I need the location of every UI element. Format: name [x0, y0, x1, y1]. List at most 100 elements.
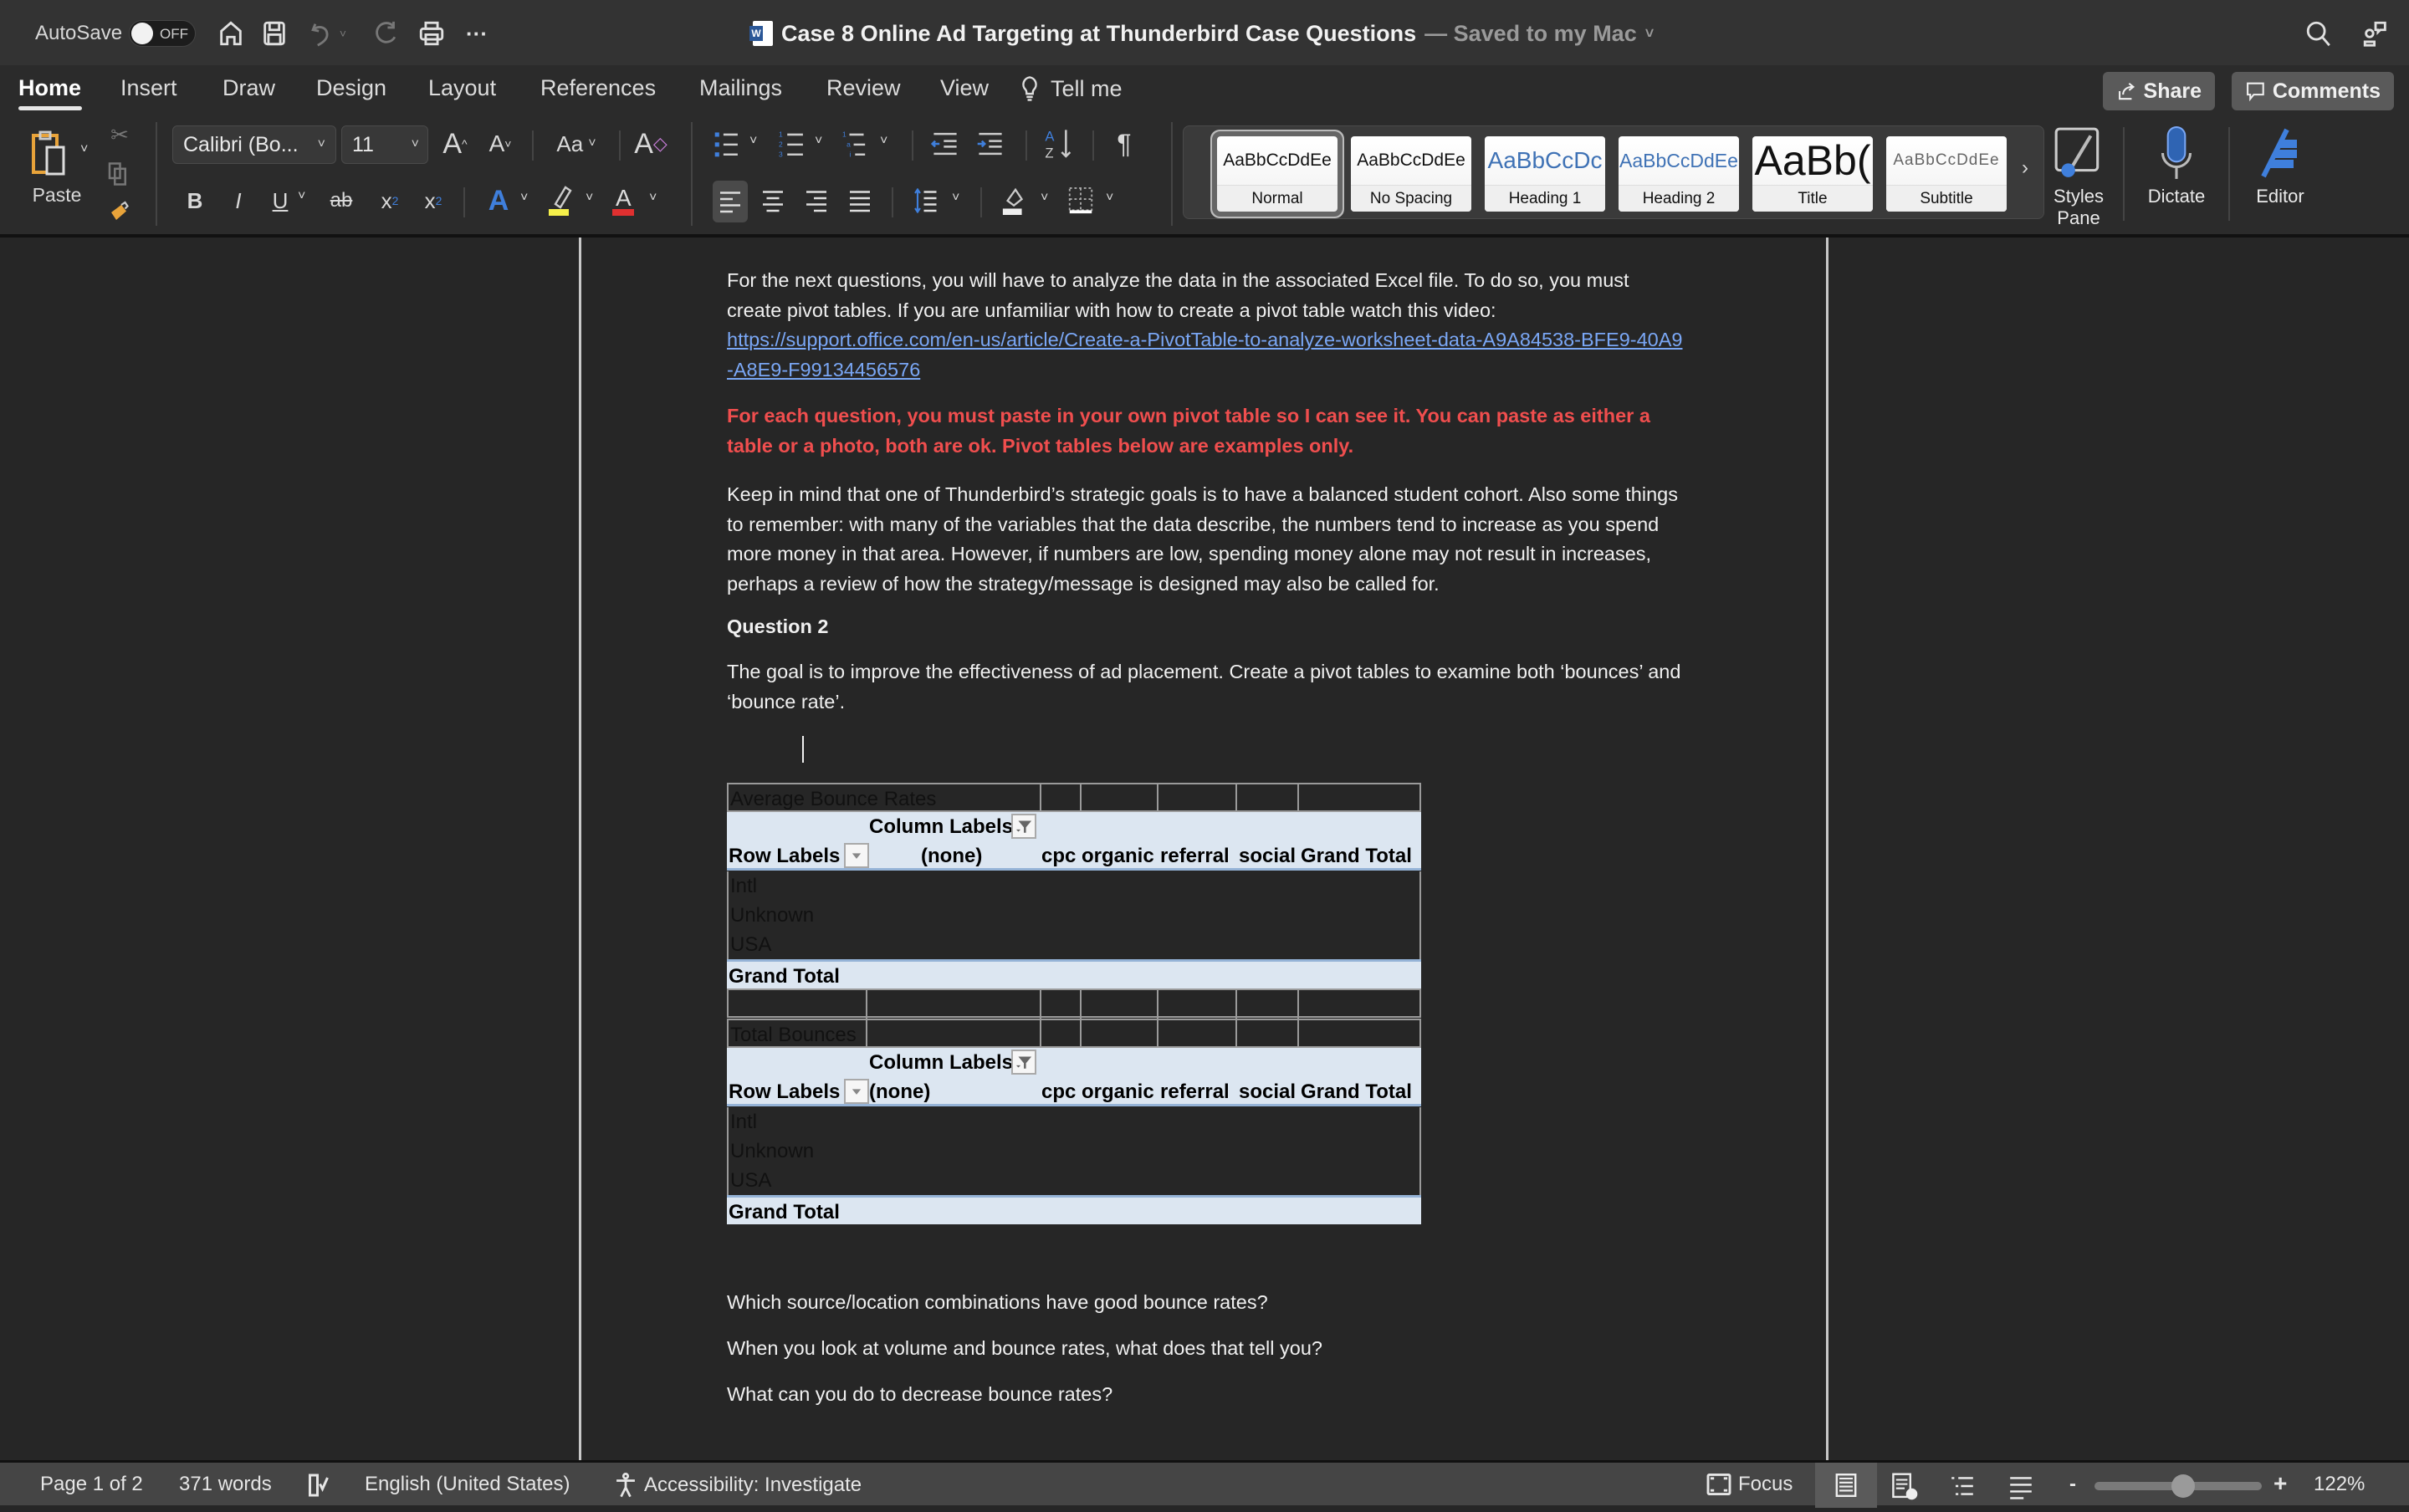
multilevel-list-icon[interactable]: 1ai: [840, 127, 873, 161]
format-painter-icon[interactable]: [104, 197, 134, 227]
page-count[interactable]: Page 1 of 2: [40, 1473, 143, 1496]
text-effects-icon[interactable]: A: [482, 182, 515, 219]
highlight-dropdown-icon[interactable]: ˅: [586, 191, 593, 206]
outline-view-button[interactable]: [1949, 1473, 1976, 1499]
editor-button[interactable]: Editor: [2247, 125, 2314, 207]
grow-font-icon[interactable]: A ^: [438, 127, 472, 161]
row-filter-icon[interactable]: [844, 1079, 869, 1104]
style-normal[interactable]: AaBbCcDdEe Normal: [1212, 131, 1343, 217]
search-icon[interactable]: [2302, 17, 2335, 50]
bold-button[interactable]: B: [182, 184, 207, 217]
align-right-button[interactable]: [800, 184, 833, 217]
print-layout-view-button[interactable]: [1815, 1463, 1877, 1508]
cut-icon[interactable]: ✂: [105, 120, 134, 149]
tab-view[interactable]: View: [940, 75, 989, 101]
style-heading-2[interactable]: AaBbCcDdEe Heading 2: [1619, 136, 1739, 212]
proofing-icon[interactable]: [306, 1473, 331, 1498]
italic-button[interactable]: I: [226, 184, 251, 217]
tab-layout[interactable]: Layout: [428, 75, 496, 101]
tab-review[interactable]: Review: [826, 75, 901, 101]
share-people-icon[interactable]: [2359, 17, 2392, 50]
document-page[interactable]: For the next questions, you will have to…: [579, 238, 1828, 1460]
align-left-button[interactable]: [713, 181, 748, 222]
zoom-in-button[interactable]: +: [2273, 1470, 2287, 1497]
undo-dropdown-icon[interactable]: ˅: [335, 17, 351, 50]
text-effects-dropdown-icon[interactable]: ˅: [520, 191, 528, 206]
highlight-color-icon[interactable]: [545, 182, 579, 219]
styles-pane-button[interactable]: Styles Pane: [2049, 125, 2108, 229]
font-size-dropdown[interactable]: 11 ˅: [341, 125, 428, 164]
autosave-toggle[interactable]: OFF: [129, 20, 196, 47]
show-formatting-marks-icon[interactable]: ¶: [1107, 125, 1141, 162]
shading-dropdown-icon[interactable]: ˅: [1041, 191, 1048, 206]
increase-indent-icon[interactable]: [974, 127, 1007, 161]
decrease-indent-icon[interactable]: [928, 127, 962, 161]
print-icon[interactable]: [415, 17, 448, 50]
strikethrough-button[interactable]: ab: [326, 184, 356, 217]
clear-formatting-icon[interactable]: A ◇: [632, 125, 669, 162]
tell-me-search[interactable]: Tell me: [1019, 75, 1123, 102]
subscript-button[interactable]: x2: [375, 184, 405, 217]
borders-icon[interactable]: [1064, 182, 1097, 219]
save-icon[interactable]: [258, 17, 291, 50]
style-subtitle[interactable]: AaBbCcDdEe Subtitle: [1886, 136, 2007, 212]
comments-button[interactable]: Comments: [2232, 72, 2394, 110]
draft-view-button[interactable]: [2008, 1473, 2034, 1499]
document-area[interactable]: For the next questions, you will have to…: [0, 238, 2409, 1460]
numbering-dropdown-icon[interactable]: ˅: [815, 134, 822, 149]
word-count[interactable]: 371 words: [179, 1473, 272, 1496]
shading-icon[interactable]: [999, 182, 1032, 219]
bullets-dropdown-icon[interactable]: ˅: [749, 134, 757, 149]
bullets-icon[interactable]: [711, 127, 744, 161]
home-icon[interactable]: [214, 17, 248, 50]
font-name-dropdown[interactable]: Calibri (Bo... ˅: [172, 125, 336, 164]
focus-button[interactable]: Focus: [1706, 1473, 1793, 1496]
gallery-more-chevron-icon[interactable]: ›: [2022, 156, 2028, 180]
underline-dropdown-icon[interactable]: ˅: [298, 189, 305, 204]
tab-design[interactable]: Design: [316, 75, 386, 101]
shrink-font-icon[interactable]: A ˅: [483, 127, 517, 161]
tab-insert[interactable]: Insert: [120, 75, 177, 101]
sort-icon[interactable]: AZ: [1042, 125, 1076, 162]
justify-button[interactable]: [843, 184, 877, 217]
font-color-icon[interactable]: A: [607, 182, 641, 219]
redo-icon[interactable]: [370, 17, 403, 50]
title-bar: AutoSave OFF ˅ ··· Case 8 Online Ad Targ…: [0, 0, 2409, 65]
undo-icon[interactable]: [304, 17, 338, 50]
change-case-button[interactable]: Aa ˅: [547, 127, 606, 161]
tab-home[interactable]: Home: [18, 75, 81, 101]
style-label: Heading 1: [1485, 185, 1605, 212]
column-filter-icon[interactable]: [1011, 1050, 1036, 1075]
align-center-button[interactable]: [756, 184, 790, 217]
paste-dropdown-icon[interactable]: ˅: [80, 142, 88, 157]
line-spacing-icon[interactable]: [908, 184, 942, 217]
borders-dropdown-icon[interactable]: ˅: [1106, 191, 1113, 206]
dictate-button[interactable]: Dictate: [2143, 125, 2210, 207]
underline-button[interactable]: U: [268, 184, 293, 217]
column-filter-icon[interactable]: [1011, 814, 1036, 839]
tab-draw[interactable]: Draw: [222, 75, 275, 101]
language-status[interactable]: English (United States): [365, 1473, 570, 1496]
multilevel-dropdown-icon[interactable]: ˅: [880, 134, 887, 149]
more-icon[interactable]: ···: [460, 17, 494, 50]
style-no-spacing[interactable]: AaBbCcDdEe No Spacing: [1351, 136, 1471, 212]
zoom-out-button[interactable]: -: [2069, 1473, 2076, 1496]
pivot-table-help-link[interactable]: https://support.office.com/en-us/article…: [727, 329, 1683, 381]
line-spacing-dropdown-icon[interactable]: ˅: [952, 191, 959, 206]
zoom-level[interactable]: 122%: [2314, 1473, 2365, 1496]
style-heading-1[interactable]: AaBbCcDc Heading 1: [1485, 136, 1605, 212]
style-title[interactable]: AaBb( Title: [1752, 136, 1873, 212]
copy-icon[interactable]: [104, 159, 132, 189]
row-filter-icon[interactable]: [844, 843, 869, 868]
tab-references[interactable]: References: [540, 75, 656, 101]
web-layout-view-button[interactable]: [1890, 1473, 1919, 1501]
share-button[interactable]: Share: [2103, 72, 2215, 110]
tab-mailings[interactable]: Mailings: [699, 75, 782, 101]
numbering-icon[interactable]: 12 3: [776, 127, 810, 161]
font-color-dropdown-icon[interactable]: ˅: [649, 191, 657, 206]
document-title[interactable]: Case 8 Online Ad Targeting at Thunderbir…: [749, 18, 1654, 49]
superscript-button[interactable]: x2: [418, 184, 448, 217]
accessibility-status[interactable]: Accessibility: Investigate: [614, 1473, 862, 1498]
zoom-slider-thumb[interactable]: [2171, 1474, 2195, 1498]
paste-icon[interactable]: [23, 124, 84, 184]
